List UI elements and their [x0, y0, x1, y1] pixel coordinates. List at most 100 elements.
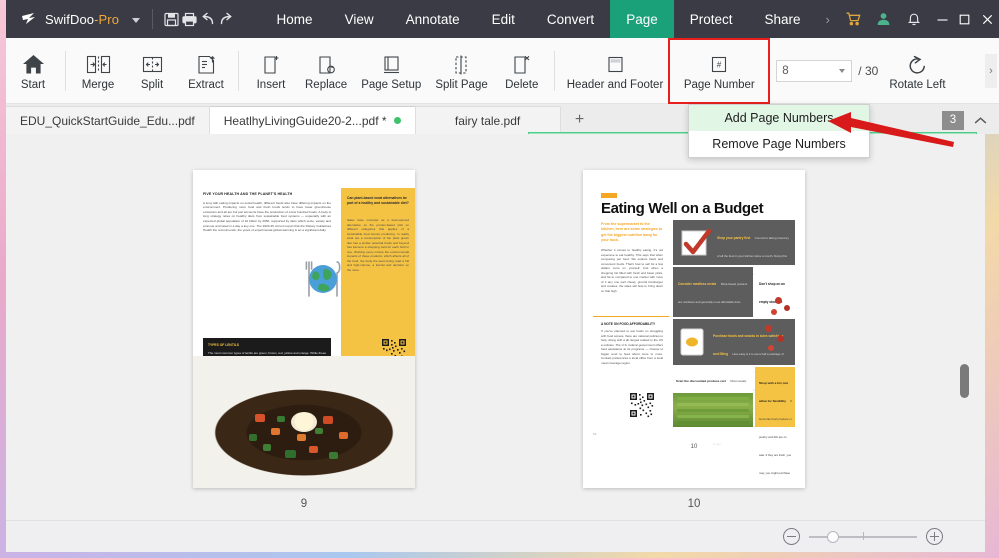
- brand-area[interactable]: SwifDoo-Pro: [6, 10, 141, 28]
- delete-page-icon: [509, 50, 534, 76]
- header-footer-icon: [603, 50, 628, 76]
- modified-indicator-icon: [393, 117, 401, 124]
- menu-item-share[interactable]: Share: [749, 0, 817, 38]
- zoom-out-button[interactable]: [783, 528, 800, 545]
- berry: [775, 297, 782, 304]
- ribbon-label-extract: Extract: [188, 78, 224, 91]
- vegetable: [315, 428, 323, 434]
- ribbon-label-page-number: Page Number: [683, 78, 755, 91]
- document-tab-healthylivingguide[interactable]: HeatlhyLivingGuide20-2...pdf *: [209, 106, 416, 134]
- menu-item-protect[interactable]: Protect: [674, 0, 749, 38]
- ribbon-button-rotate-left[interactable]: Rotate Left: [882, 40, 952, 102]
- main-menu-bar: Home View Annotate Edit Convert Page Pro…: [261, 0, 839, 38]
- chevron-down-icon[interactable]: [839, 68, 846, 73]
- vegetable: [285, 450, 296, 458]
- page10-lead: From the supermarket to the kitchen, her…: [601, 222, 663, 243]
- document-tab-fairy-tale[interactable]: fairy tale.pdf: [415, 106, 561, 134]
- ribbon-button-header-and-footer[interactable]: Header and Footer: [560, 40, 671, 102]
- undo-icon[interactable]: [199, 4, 217, 34]
- zoom-slider-thumb[interactable]: [827, 530, 839, 543]
- divider: [593, 316, 669, 317]
- page10-corner-mark: 10: [593, 432, 597, 436]
- ribbon-label-start: Start: [20, 78, 46, 91]
- svg-text:#: #: [717, 60, 722, 69]
- vegetable: [329, 452, 338, 459]
- ribbon-button-page-setup[interactable]: Page Setup: [354, 40, 428, 102]
- notification-bell-icon[interactable]: [899, 0, 929, 38]
- page-thumbnail-9[interactable]: FIVE YOUR HEALTH AND THE PLANET'S HEALTH…: [193, 170, 415, 510]
- menu-item-home[interactable]: Home: [261, 0, 329, 38]
- extract-icon: [194, 50, 219, 76]
- menu-overflow-chevron-icon[interactable]: ›: [817, 12, 839, 27]
- cart-icon[interactable]: [839, 0, 869, 38]
- menu-item-edit[interactable]: Edit: [476, 0, 531, 38]
- application-window: SwifDoo-Pro Home View Annotate Edit Conv…: [0, 0, 999, 558]
- ribbon-button-merge[interactable]: Merge: [71, 40, 125, 102]
- vegetable: [323, 416, 333, 424]
- page10-note-heading: A NOTE ON FOOD AFFORDABILITY: [601, 322, 656, 326]
- menu-item-convert[interactable]: Convert: [531, 0, 610, 38]
- ribbon-button-split-page[interactable]: Split Page: [428, 40, 494, 102]
- scrollbar-thumb[interactable]: [960, 364, 969, 398]
- page10-accent-bar: [601, 193, 617, 198]
- ribbon-label-rotate-left: Rotate Left: [889, 78, 946, 91]
- ribbon-button-split[interactable]: Split: [125, 40, 179, 102]
- menu-item-view[interactable]: View: [329, 0, 390, 38]
- page-label: 10: [687, 498, 701, 510]
- ribbon-button-extract[interactable]: Extract: [179, 40, 233, 102]
- ribbon-overflow-chevron-icon[interactable]: ›: [985, 54, 997, 88]
- account-icon[interactable]: [869, 0, 899, 38]
- maximize-button[interactable]: [954, 0, 977, 38]
- lentil-salad-bowl-photo: [193, 356, 415, 488]
- zoom-in-button[interactable]: [926, 528, 943, 545]
- ribbon-button-insert[interactable]: Insert: [244, 40, 298, 102]
- document-tab-edu-quickstartguide[interactable]: EDU_QuickStartGuide_Edu...pdf: [6, 106, 210, 134]
- redo-icon[interactable]: [217, 4, 235, 34]
- split-page-icon: [449, 50, 474, 76]
- save-icon[interactable]: [163, 4, 181, 34]
- vertical-scrollbar[interactable]: [959, 268, 971, 520]
- status-bar: [6, 520, 985, 552]
- system-icon-group: [839, 0, 931, 38]
- ribbon-button-delete[interactable]: Delete: [495, 40, 549, 102]
- page10-tip-block-2: Consider meatless meals Plant-based prot…: [673, 267, 753, 394]
- page10-lead-body: Whether it comes to healthy eating, it's…: [601, 248, 663, 293]
- chevron-down-icon[interactable]: [132, 17, 141, 23]
- berry: [771, 309, 777, 315]
- print-icon[interactable]: [181, 4, 199, 34]
- page10-title: Eating Well on a Budget: [601, 200, 764, 217]
- page9-body-text: A long with eating impacts on social hea…: [203, 200, 331, 233]
- page-number-icon: #: [708, 50, 730, 76]
- page-number-input[interactable]: 8: [776, 59, 853, 82]
- page-setup-icon: [379, 50, 404, 76]
- document-tab-label: fairy tale.pdf: [454, 113, 521, 128]
- page10-tip-block-3: Don't shop on an empty stomach Have a fa…: [755, 267, 795, 358]
- zoom-slider[interactable]: [809, 530, 917, 543]
- ribbon-button-page-number[interactable]: # Page Number: [668, 37, 771, 104]
- vegetable: [309, 446, 318, 453]
- berry: [768, 345, 774, 351]
- ribbon-label-replace: Replace: [305, 78, 348, 91]
- menu-item-annotate[interactable]: Annotate: [390, 0, 476, 38]
- vegetable: [271, 428, 280, 435]
- page-thumbnail-10[interactable]: Eating Well on a Budget From the superma…: [583, 170, 805, 510]
- document-viewport[interactable]: FIVE YOUR HEALTH AND THE PLANET'S HEALTH…: [6, 134, 985, 520]
- ribbon-label-header-and-footer: Header and Footer: [566, 78, 664, 91]
- vegetable: [277, 416, 285, 422]
- divider: [238, 50, 239, 91]
- close-button[interactable]: [976, 0, 999, 38]
- ribbon-label-merge: Merge: [81, 78, 115, 91]
- berry: [777, 335, 784, 342]
- title-bar: SwifDoo-Pro Home View Annotate Edit Conv…: [6, 0, 999, 38]
- ribbon-label-split-page: Split Page: [435, 78, 488, 91]
- page-number-value: 8: [782, 64, 789, 77]
- page-label: 9: [300, 498, 308, 510]
- chips-bag-icon: [677, 327, 709, 362]
- collapse-chevron-up-icon[interactable]: [970, 116, 990, 125]
- menu-item-page[interactable]: Page: [610, 0, 674, 38]
- minimize-button[interactable]: [931, 0, 954, 38]
- ribbon-button-start[interactable]: Start: [6, 40, 60, 102]
- ribbon-button-replace[interactable]: Replace: [298, 40, 354, 102]
- new-tab-button[interactable]: +: [560, 106, 599, 134]
- page9-callout-heading: TYPES OF LENTILS: [208, 343, 239, 347]
